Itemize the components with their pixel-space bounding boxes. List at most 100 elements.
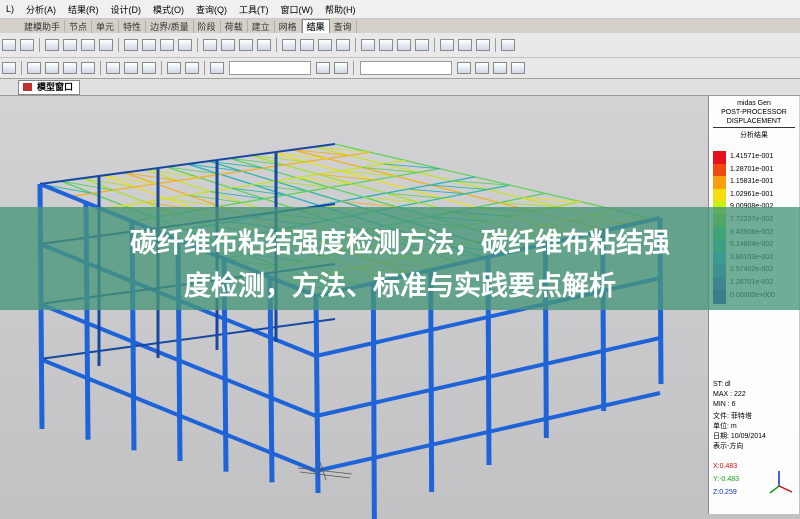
toolbar-tool-icon[interactable] [415,39,429,51]
legend-title-2: POST-PROCESSOR [721,109,787,116]
toolbar-tool-icon[interactable] [257,39,271,51]
legend-info-line: 日期: 10/09/2014 [713,433,766,440]
frame-column [370,282,377,519]
legend-value: 1.15831e-001 [730,178,774,186]
toolbar-dropdown[interactable] [229,61,311,75]
toolbar-tool-icon[interactable] [63,39,77,51]
menu-item[interactable]: L) [0,4,20,14]
toolbar-separator [353,61,354,75]
model-window-label: 模型窗口 [37,82,74,92]
toolbar-tool-icon[interactable] [27,62,41,74]
legend-value: 1.41571e-001 [730,153,774,160]
legend-axis-readout: Z:0.259 [713,489,737,496]
menu-item[interactable]: 设计(D) [105,3,148,16]
toolbar-tool-icon[interactable] [458,39,472,51]
toolbar-tool-icon[interactable] [511,62,525,74]
toolbar-separator [197,38,198,52]
ribbon-tab[interactable]: 特性 [119,19,147,33]
toolbar-tool-icon[interactable] [361,39,375,51]
ribbon-tab[interactable]: 建模助手 [20,19,66,33]
ribbon-tab[interactable]: 节点 [65,19,93,33]
ribbon-tab[interactable]: 结果 [301,18,330,34]
menu-item[interactable]: 分析(A) [20,3,62,16]
axis-triad [765,468,795,498]
menu-bar: L) 分析(A) 结果(R) 设计(D) 模式(O) 查询(Q) 工具(T) 窗口(W) 帮助(… [0,0,800,19]
toolbar-tool-icon[interactable] [501,39,515,51]
toolbar-tool-icon[interactable] [221,39,235,51]
toolbar-tool-icon[interactable] [282,39,296,51]
ribbon-tab[interactable]: 建立 [248,19,275,33]
toolbar-tool-icon[interactable] [45,62,59,74]
menu-item[interactable]: 查询(Q) [190,3,233,16]
toolbar-primary [0,33,800,58]
toolbar-tool-icon[interactable] [239,39,253,51]
legend-info-line: 单位: m [713,423,737,430]
toolbar-tool-icon[interactable] [99,39,113,51]
toolbar-secondary [0,58,800,79]
toolbar-tool-icon[interactable] [476,39,490,51]
toolbar-tool-icon[interactable] [124,62,138,74]
toolbar-tool-icon[interactable] [203,39,217,51]
legend-title-3: DISPLACEMENT [726,118,782,125]
toolbar-tool-icon[interactable] [379,39,393,51]
legend-axis-readout: Y:-0.483 [713,476,740,483]
toolbar-tool-icon[interactable] [167,62,181,74]
toolbar-tool-icon[interactable] [142,62,156,74]
legend-value: 1.28701e-001 [730,165,774,173]
toolbar-tool-icon[interactable] [20,39,34,51]
ribbon-tab[interactable]: 查询 [330,19,357,33]
toolbar-separator [495,38,496,52]
toolbar-tool-icon[interactable] [493,62,507,74]
toolbar-tool-icon[interactable] [178,39,192,51]
menu-item[interactable]: 模式(O) [147,3,190,16]
legend-info-line: 文件: 菲特塔 [713,413,752,420]
toolbar-tool-icon[interactable] [124,39,138,51]
ribbon-tab[interactable]: 荷载 [221,19,248,33]
menu-item[interactable]: 结果(R) [62,3,105,16]
ribbon-tab[interactable]: 边界/质量 [146,19,194,33]
ribbon-tab[interactable]: 阶段 [194,19,221,33]
menu-item[interactable]: 帮助(H) [319,3,362,16]
toolbar-separator [276,38,277,52]
toolbar-tool-icon[interactable] [45,39,59,51]
toolbar-tool-icon[interactable] [81,39,95,51]
toolbar-tool-icon[interactable] [2,39,16,51]
legend-info-line: 表示-方向 [713,443,744,450]
legend-title-1: midas Gen [737,100,771,107]
ribbon-tab[interactable]: 网格 [275,19,302,33]
toolbar-tool-icon[interactable] [63,62,77,74]
legend-subtitle: 分析结果 [740,132,768,139]
toolbar-tool-icon[interactable] [142,39,156,51]
toolbar-tool-icon[interactable] [316,62,330,74]
legend-value: 1.02961e-001 [730,190,774,198]
toolbar-tool-icon[interactable] [2,62,16,74]
ribbon-tab[interactable]: 单元 [92,19,120,33]
menu-item[interactable]: 工具(T) [233,3,275,16]
legend-info-line: ST: dl [713,381,731,388]
toolbar-tool-icon[interactable] [210,62,224,74]
toolbar-tool-icon[interactable] [440,39,454,51]
ribbon-tabs: 建模助手 节点 单元 特性 边界/质量 阶段 荷载 建立 网格 结果 查询 [20,18,357,34]
title-banner: 碳纤维布粘结强度检测方法，碳纤维布粘结强 度检测，方法、标准与实践要点解析 [0,207,800,310]
toolbar-tool-icon[interactable] [457,62,471,74]
toolbar-tool-icon[interactable] [336,39,350,51]
toolbar-tool-icon[interactable] [300,39,314,51]
toolbar-separator [100,61,101,75]
toolbar-tool-icon[interactable] [318,39,332,51]
toolbar-separator [355,38,356,52]
toolbar-tool-icon[interactable] [397,39,411,51]
toolbar-tool-icon[interactable] [106,62,120,74]
toolbar-tool-icon[interactable] [81,62,95,74]
toolbar-separator [21,61,22,75]
model-window-icon [23,83,32,91]
toolbar-separator [161,61,162,75]
menu-item[interactable]: 窗口(W) [275,3,320,16]
tab-model-window[interactable]: 模型窗口 [18,80,81,95]
toolbar-tool-icon[interactable] [334,62,348,74]
toolbar-tool-icon[interactable] [185,62,199,74]
toolbar-tool-icon[interactable] [160,39,174,51]
toolbar-dropdown[interactable] [360,61,452,75]
window-header: 模型窗口 [0,79,800,96]
toolbar-tool-icon[interactable] [475,62,489,74]
toolbar-separator [434,38,435,52]
